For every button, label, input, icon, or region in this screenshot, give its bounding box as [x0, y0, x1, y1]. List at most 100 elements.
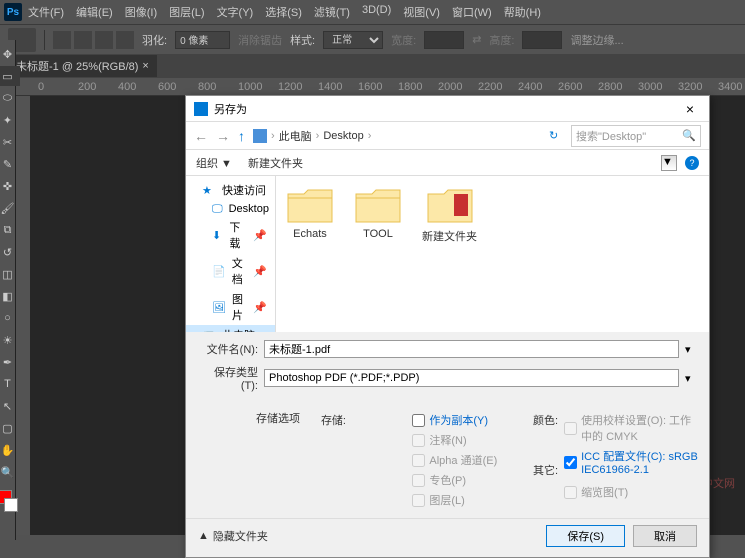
path-tool-icon[interactable]: ↖: [0, 396, 20, 416]
folder-icon: [426, 186, 474, 224]
help-icon[interactable]: ?: [685, 156, 699, 170]
close-tab-icon[interactable]: ×: [142, 60, 148, 72]
sidebar-item-quickaccess[interactable]: ★快速访问: [186, 180, 275, 200]
document-tab[interactable]: 未标题-1 @ 25%(RGB/8) ×: [8, 55, 157, 77]
computer-icon: [253, 129, 267, 143]
sidebar-item-documents[interactable]: 📄文档📌: [186, 253, 275, 289]
other-column-label: 其它:: [528, 462, 558, 478]
new-folder-button[interactable]: 新建文件夹: [248, 155, 303, 171]
sidebar-item-thispc[interactable]: 💻此电脑: [186, 325, 275, 332]
background-color[interactable]: [4, 498, 18, 512]
save-button[interactable]: 保存(S): [546, 525, 625, 547]
breadcrumb[interactable]: › 此电脑 › Desktop ›: [253, 128, 541, 144]
menu-3d[interactable]: 3D(D): [362, 4, 391, 20]
cancel-button[interactable]: 取消: [633, 525, 697, 547]
folder-label: TOOL: [363, 228, 393, 240]
lasso-tool-icon[interactable]: ⬭: [0, 88, 20, 108]
organize-menu[interactable]: 组织 ▼: [196, 155, 232, 171]
search-placeholder: 搜索"Desktop": [576, 128, 646, 144]
heal-tool-icon[interactable]: ✜: [0, 176, 20, 196]
feather-label: 羽化:: [142, 32, 167, 48]
save-option-alpha: Alpha 通道(E): [412, 450, 528, 470]
save-option-notes: 注释(N): [412, 430, 528, 450]
dialog-title-bar: 另存为 ×: [186, 96, 709, 122]
eraser-tool-icon[interactable]: ◫: [0, 264, 20, 284]
feather-value-input[interactable]: [175, 31, 230, 49]
nav-back-icon[interactable]: ←: [194, 128, 208, 144]
dialog-navigation-bar: ← → ↑ › 此电脑 › Desktop › ↻ 搜索"Desktop" 🔍: [186, 122, 709, 150]
eyedropper-tool-icon[interactable]: ✎: [0, 154, 20, 174]
dialog-title-text: 另存为: [214, 101, 247, 117]
file-listing[interactable]: Echats TOOL 新建文件夹: [276, 176, 709, 332]
gradient-tool-icon[interactable]: ◧: [0, 286, 20, 306]
selection-mode-icons[interactable]: [53, 31, 134, 49]
save-option-copy[interactable]: 作为副本(Y): [412, 410, 528, 430]
horizontal-ruler: 0 200 400 600 800 1000 1200 1400 1600 18…: [0, 78, 745, 96]
folder-label: Echats: [293, 228, 327, 240]
close-dialog-icon[interactable]: ×: [675, 99, 705, 119]
antialias-checkbox-label: 消除锯齿: [238, 32, 282, 48]
menu-help[interactable]: 帮助(H): [504, 4, 541, 20]
brush-tool-icon[interactable]: 🖌: [0, 198, 20, 218]
stamp-tool-icon[interactable]: ⧉: [0, 220, 20, 240]
menu-image[interactable]: 图像(I): [125, 4, 157, 20]
filetype-label: 保存类型(T):: [198, 364, 258, 392]
folder-icon: [286, 186, 334, 224]
hide-folders-toggle[interactable]: ▲隐藏文件夹: [198, 528, 268, 544]
move-tool-icon[interactable]: ✥: [0, 44, 20, 64]
dodge-tool-icon[interactable]: ☀: [0, 330, 20, 350]
color-swatch[interactable]: [0, 490, 18, 512]
photoshop-dialog-icon: [194, 102, 208, 116]
refresh-icon[interactable]: ↻: [549, 129, 563, 142]
pen-tool-icon[interactable]: ✒: [0, 352, 20, 372]
color-option-icc[interactable]: ICC 配置文件(C): sRGB IEC61966-2.1: [564, 446, 699, 478]
menu-edit[interactable]: 编辑(E): [76, 4, 113, 20]
menu-select[interactable]: 选择(S): [265, 4, 302, 20]
color-option-proof: 使用校样设置(O): 工作中的 CMYK: [564, 410, 699, 446]
sidebar-item-desktop[interactable]: 🖵Desktop📌: [186, 200, 275, 217]
menu-layer[interactable]: 图层(L): [169, 4, 204, 20]
filename-input[interactable]: [264, 340, 679, 358]
menu-file[interactable]: 文件(F): [28, 4, 64, 20]
save-option-layers: 图层(L): [412, 490, 528, 510]
text-tool-icon[interactable]: T: [0, 374, 20, 394]
menu-filter[interactable]: 滤镜(T): [314, 4, 350, 20]
marquee-tool-icon[interactable]: ▭: [0, 66, 20, 86]
filetype-select[interactable]: [264, 369, 679, 387]
folder-item[interactable]: Echats: [286, 186, 334, 240]
shape-tool-icon[interactable]: ▢: [0, 418, 20, 438]
dialog-body: ★快速访问 🖵Desktop📌 ⬇下载📌 📄文档📌 🖼图片📌 💻此电脑 🌐网络 …: [186, 176, 709, 332]
breadcrumb-item[interactable]: Desktop: [323, 130, 363, 142]
save-column-label: 存储:: [316, 412, 346, 428]
history-brush-tool-icon[interactable]: ↺: [0, 242, 20, 262]
nav-forward-icon[interactable]: →: [216, 128, 230, 144]
style-select[interactable]: 正常: [323, 31, 383, 49]
nav-up-icon[interactable]: ↑: [238, 128, 245, 144]
photoshop-logo-icon: Ps: [4, 3, 22, 21]
menu-bar: Ps 文件(F) 编辑(E) 图像(I) 图层(L) 文字(Y) 选择(S) 滤…: [0, 0, 745, 24]
color-column-label: 颜色:: [528, 412, 558, 428]
crop-tool-icon[interactable]: ✂: [0, 132, 20, 152]
zoom-tool-icon[interactable]: 🔍: [0, 462, 20, 482]
folder-item[interactable]: 新建文件夹: [422, 186, 477, 244]
folder-label: 新建文件夹: [422, 228, 477, 244]
folder-sidebar: ★快速访问 🖵Desktop📌 ⬇下载📌 📄文档📌 🖼图片📌 💻此电脑 🌐网络: [186, 176, 276, 332]
wand-tool-icon[interactable]: ✦: [0, 110, 20, 130]
breadcrumb-item[interactable]: 此电脑: [279, 128, 312, 144]
document-tab-strip: 未标题-1 @ 25%(RGB/8) ×: [0, 54, 745, 78]
sidebar-item-pictures[interactable]: 🖼图片📌: [186, 289, 275, 325]
save-as-dialog: 另存为 × ← → ↑ › 此电脑 › Desktop › ↻ 搜索"Deskt…: [185, 95, 710, 558]
menu-window[interactable]: 窗口(W): [452, 4, 492, 20]
refine-edge-button[interactable]: 调整边缘...: [570, 32, 623, 48]
hand-tool-icon[interactable]: ✋: [0, 440, 20, 460]
view-options-icon[interactable]: ▼: [661, 155, 677, 171]
menu-text[interactable]: 文字(Y): [217, 4, 254, 20]
height-label: 高度:: [489, 32, 514, 48]
search-input[interactable]: 搜索"Desktop" 🔍: [571, 125, 701, 147]
blur-tool-icon[interactable]: ○: [0, 308, 20, 328]
folder-item[interactable]: TOOL: [354, 186, 402, 240]
sidebar-item-downloads[interactable]: ⬇下载📌: [186, 217, 275, 253]
menu-view[interactable]: 视图(V): [403, 4, 440, 20]
dialog-toolbar: 组织 ▼ 新建文件夹 ▼ ?: [186, 150, 709, 176]
width-label: 宽度:: [391, 32, 416, 48]
